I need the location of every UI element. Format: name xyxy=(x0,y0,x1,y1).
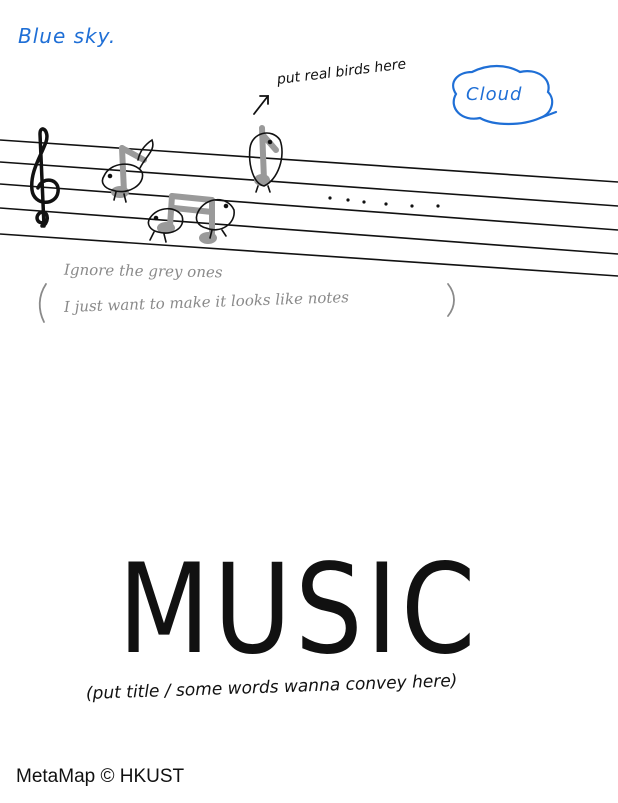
music-staff xyxy=(0,139,618,277)
sky-annotation: Blue sky. xyxy=(18,24,117,48)
grey-note-line-1: Ignore the grey ones xyxy=(63,260,223,282)
page-title: MUSIC xyxy=(118,538,479,682)
arrow-icon xyxy=(253,95,269,115)
cloud-label: Cloud xyxy=(466,84,523,105)
footer-credit: MetaMap © HKUST xyxy=(16,766,185,787)
grey-notes xyxy=(119,125,279,239)
continuation-dots xyxy=(328,196,440,208)
